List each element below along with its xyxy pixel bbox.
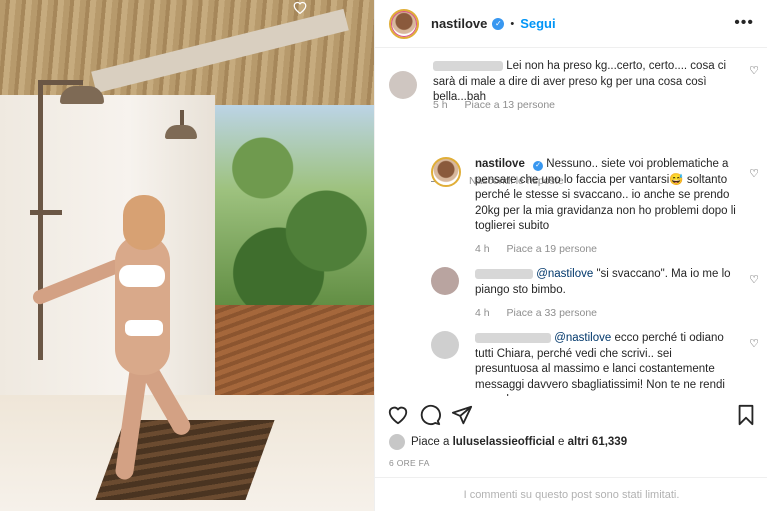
verified-icon: ✓ (492, 17, 505, 30)
comment-likes[interactable]: Piace a 19 persone (507, 243, 597, 255)
comment-heart-icon[interactable]: ♡ (749, 64, 759, 77)
more-options-icon[interactable]: ••• (734, 14, 754, 32)
header-separator: • (510, 17, 515, 30)
comment-heart-icon[interactable]: ♡ (749, 273, 759, 286)
photo-heart-icon (292, 0, 314, 15)
follow-button[interactable]: Segui (520, 16, 555, 31)
author-avatar[interactable] (389, 8, 419, 39)
photo-garden (215, 105, 374, 315)
hidden-username (433, 60, 503, 71)
reply-username[interactable]: nastilove (475, 158, 525, 170)
liker-avatar[interactable] (389, 434, 405, 450)
comment-time: 5 h (433, 99, 448, 111)
comments-limited-notice: I commenti su questo post sono stati lim… (375, 477, 767, 511)
post-date[interactable]: 6 ORE FA (389, 458, 430, 468)
comment-time: 4 h (475, 307, 490, 319)
reply-avatar[interactable] (431, 267, 459, 295)
heart-icon[interactable] (387, 404, 409, 426)
mention-link[interactable]: @nastilove (536, 268, 593, 280)
bookmark-icon[interactable] (735, 404, 757, 426)
liker-username[interactable]: luluselassieofficial (453, 436, 555, 448)
hidden-username (475, 332, 551, 343)
post-header: nastilove ✓ • Segui ••• (375, 0, 767, 48)
photo-person (30, 195, 195, 485)
other-likers-link[interactable]: altri 61,339 (568, 436, 627, 448)
comment-likes[interactable]: Piace a 33 persone (507, 307, 597, 319)
share-icon[interactable] (451, 404, 473, 426)
comment-icon[interactable] (419, 404, 441, 426)
shower-head (60, 86, 104, 104)
comment-heart-icon[interactable]: ♡ (749, 167, 759, 180)
mention-link[interactable]: @nastilove (554, 332, 611, 344)
comments-list: Lei non ha preso kg...certo, certo.... c… (375, 49, 767, 396)
likes-summary: Piace a luluselassieofficial e altri 61,… (389, 434, 627, 450)
verified-icon: ✓ (533, 161, 544, 171)
action-bar (375, 398, 767, 432)
comment-time: 4 h (475, 243, 490, 255)
reply-avatar[interactable] (431, 331, 459, 359)
hidden-username (475, 268, 533, 279)
reply-avatar[interactable] (431, 157, 461, 187)
commenter-avatar[interactable] (389, 71, 417, 99)
post-photo[interactable] (0, 0, 374, 511)
comment-likes[interactable]: Piace a 13 persone (465, 99, 555, 111)
post-side-panel: nastilove ✓ • Segui ••• Lei non ha preso… (374, 0, 767, 511)
comment-heart-icon[interactable]: ♡ (749, 337, 759, 350)
author-username[interactable]: nastilove (431, 16, 487, 31)
